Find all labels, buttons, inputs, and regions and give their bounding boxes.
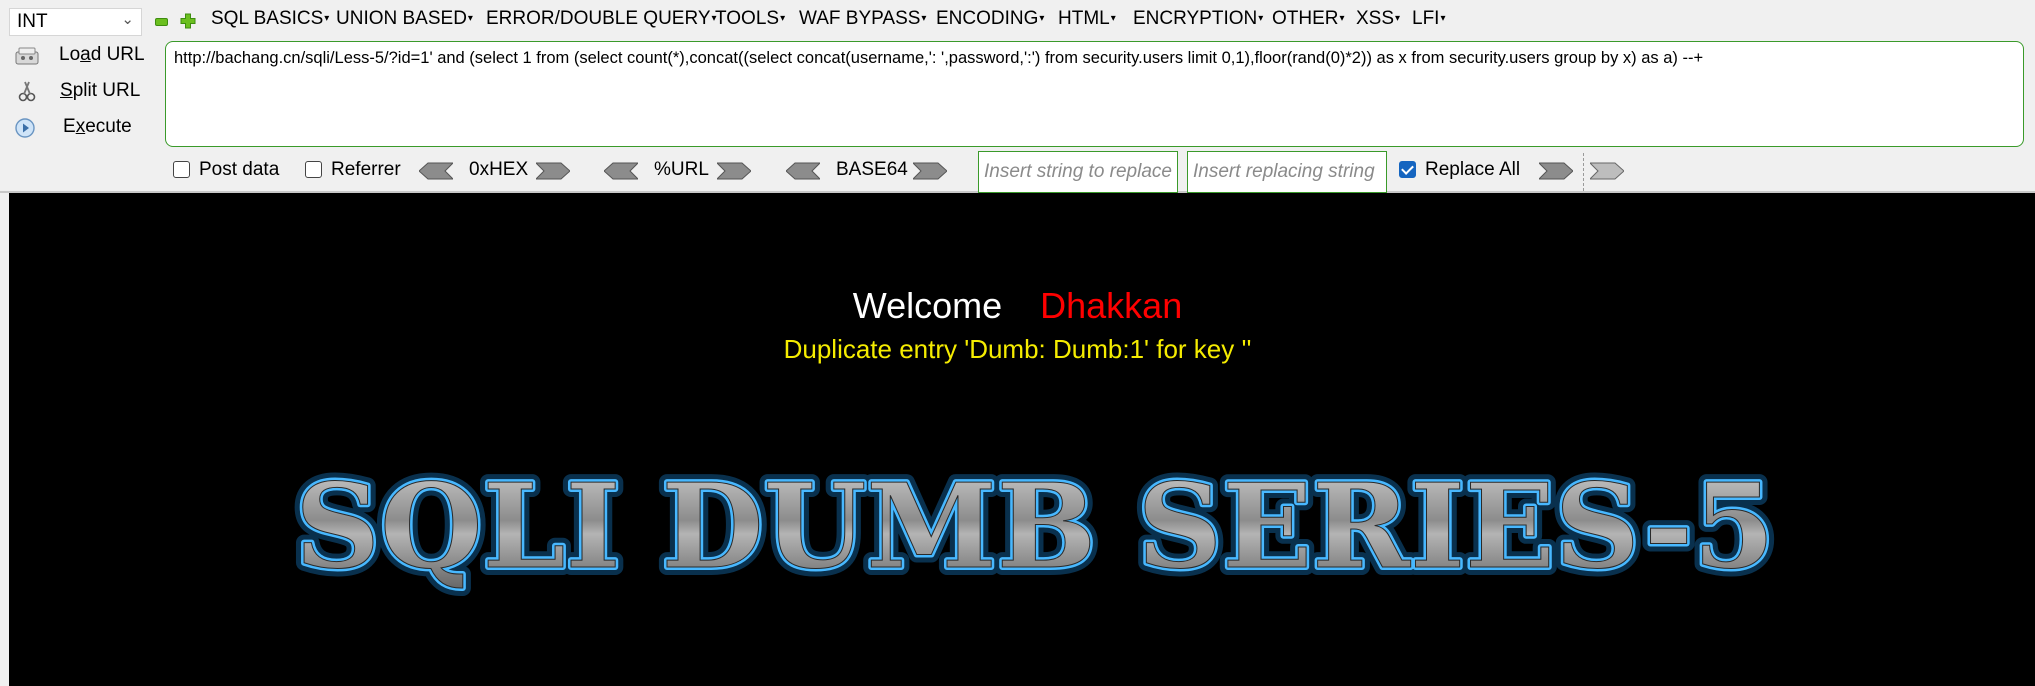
replace-all-arrow-icon[interactable]	[1590, 162, 1624, 180]
dropdown-arrow-icon: ▾	[1039, 13, 1045, 24]
referrer-checkbox[interactable]: Referrer	[305, 159, 401, 181]
increase-icon[interactable]	[180, 13, 196, 29]
base64-decode-arrow-icon[interactable]	[786, 162, 820, 180]
url-encode-label: %URL	[654, 159, 709, 180]
injection-type-select[interactable]: INT ⌄	[9, 8, 142, 36]
menu-label: LFI	[1412, 8, 1440, 29]
replace-all-label: Replace All	[1425, 159, 1521, 180]
hex-decode-arrow-icon[interactable]	[419, 162, 453, 180]
sqli-dumb-series-banner: SQLI DUMB SERIES-5 SQLI DUMB SERIES-5 SQ…	[287, 455, 1783, 603]
dropdown-arrow-icon: ▾	[1258, 13, 1264, 24]
hex-label: 0xHEX	[469, 159, 529, 180]
menu-label: ENCRYPTION	[1133, 8, 1258, 29]
menu-label: OTHER	[1272, 8, 1339, 29]
welcome-line: Welcome Dhakkan	[0, 285, 2035, 327]
split-url-button[interactable]: Split URL	[14, 78, 154, 108]
menu-encryption[interactable]: ENCRYPTION▾	[1133, 8, 1263, 30]
play-icon	[15, 118, 35, 138]
replace-with-input[interactable]: Insert replacing string	[1187, 151, 1387, 193]
post-data-checkbox[interactable]: Post data	[173, 159, 279, 181]
url-input[interactable]: http://bachang.cn/sqli/Less-5/?id=1' and…	[165, 41, 2024, 147]
dropdown-arrow-icon: ▾	[921, 13, 927, 24]
load-url-icon	[15, 47, 39, 65]
replace-arrow-icon[interactable]	[1539, 162, 1573, 180]
checkbox-checked[interactable]	[1399, 161, 1416, 178]
dropdown-arrow-icon: ▾	[1440, 13, 1446, 24]
banner-title: SQLI DUMB SERIES-5	[295, 459, 1775, 595]
menu-label: TOOLS	[715, 8, 780, 29]
username-text: Dhakkan	[1040, 285, 1183, 326]
decrease-icon[interactable]	[155, 18, 168, 26]
load-url-label-pre: Lo	[59, 44, 81, 65]
toolbar-divider	[1583, 153, 1584, 191]
split-url-label-post: plit URL	[72, 80, 141, 101]
hackbar-toolbar: INT ⌄ SQL BASICS▾ UNION BASED▾ ERROR/DOU…	[0, 0, 2035, 193]
load-url-label: Load URL	[59, 44, 145, 66]
chevron-down-icon: ⌄	[121, 11, 134, 28]
dropdown-arrow-icon: ▾	[1110, 13, 1116, 24]
execute-button[interactable]: Execute	[14, 114, 154, 144]
load-url-label-post: d URL	[90, 44, 145, 65]
menu-label: ERROR/DOUBLE QUERY	[486, 8, 711, 29]
url-decode-arrow-icon[interactable]	[604, 162, 638, 180]
menu-tools[interactable]: TOOLS▾	[715, 8, 785, 30]
scissors-icon	[18, 81, 36, 102]
replace-find-input[interactable]: Insert string to replace	[978, 151, 1178, 193]
referrer-label: Referrer	[331, 159, 401, 180]
menu-label: SQL BASICS	[211, 8, 324, 29]
error-message: Duplicate entry 'Dumb: Dumb:1' for key '…	[783, 334, 1252, 364]
menu-label: XSS	[1356, 8, 1395, 29]
menu-label: WAF BYPASS	[799, 8, 921, 29]
dropdown-arrow-icon: ▾	[324, 13, 330, 24]
load-url-button[interactable]: Load URL	[14, 42, 154, 72]
menu-label: ENCODING	[936, 8, 1039, 29]
menu-error-double-query[interactable]: ERROR/DOUBLE QUERY▾	[486, 8, 717, 30]
dropdown-arrow-icon: ▾	[1395, 13, 1401, 24]
menu-encoding[interactable]: ENCODING▾	[936, 8, 1044, 30]
replace-all-checkbox[interactable]: Replace All	[1399, 159, 1520, 181]
post-data-label: Post data	[199, 159, 280, 180]
menu-label: HTML	[1058, 8, 1110, 29]
menu-union-based[interactable]: UNION BASED▾	[336, 8, 473, 30]
execute-label-pre: E	[63, 116, 76, 137]
split-url-label: Split URL	[60, 80, 140, 102]
menu-sql-basics[interactable]: SQL BASICS▾	[211, 8, 329, 30]
load-url-access-key: a	[80, 44, 91, 65]
url-encode-arrow-icon[interactable]	[717, 162, 751, 180]
menu-xss[interactable]: XSS▾	[1356, 8, 1400, 30]
base64-encode-arrow-icon[interactable]	[913, 162, 947, 180]
menu-other[interactable]: OTHER▾	[1272, 8, 1345, 30]
split-url-access-key: S	[60, 80, 73, 101]
dropdown-arrow-icon: ▾	[1339, 13, 1345, 24]
execute-access-key: x	[75, 116, 86, 137]
checkbox-box[interactable]	[173, 161, 190, 178]
menu-html[interactable]: HTML▾	[1058, 8, 1116, 30]
execute-label: Execute	[63, 116, 132, 138]
dropdown-arrow-icon: ▾	[780, 13, 786, 24]
menu-waf-bypass[interactable]: WAF BYPASS▾	[799, 8, 926, 30]
checkbox-box[interactable]	[305, 161, 322, 178]
menu-lfi[interactable]: LFI▾	[1412, 8, 1445, 30]
hex-encode-arrow-icon[interactable]	[536, 162, 570, 180]
execute-label-post: ecute	[85, 116, 132, 137]
injection-type-value: INT	[17, 11, 48, 32]
welcome-text: Welcome	[852, 285, 1003, 326]
dropdown-arrow-icon: ▾	[467, 13, 473, 24]
base64-label: BASE64	[836, 159, 908, 180]
menu-label: UNION BASED	[336, 8, 467, 29]
